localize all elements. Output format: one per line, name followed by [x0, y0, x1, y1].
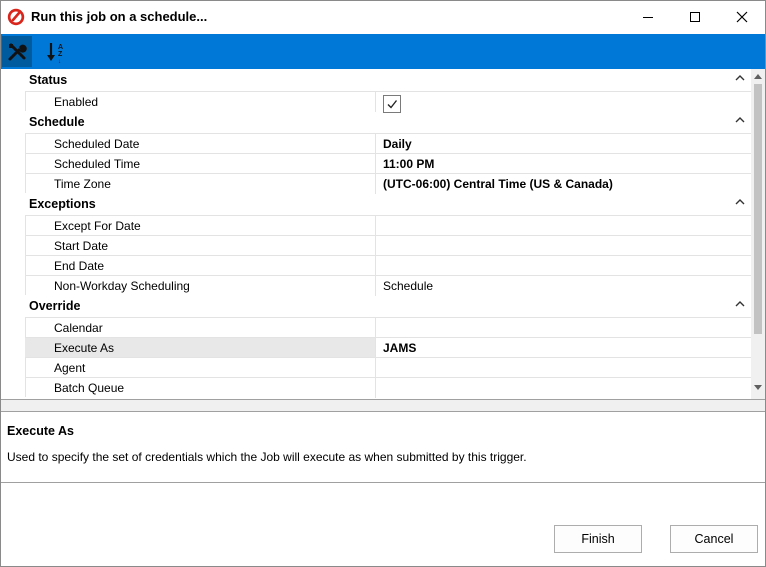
property-name: End Date: [54, 259, 105, 273]
alphabetical-sort-button[interactable]: A Z ↓: [41, 36, 71, 67]
collapse-chevron-icon[interactable]: [733, 113, 747, 127]
property-name: Scheduled Date: [54, 137, 140, 151]
property-value-text: Schedule: [383, 279, 434, 293]
vertical-scrollbar[interactable]: [751, 69, 765, 399]
row-gutter: [1, 91, 26, 111]
property-row-execute-as[interactable]: Execute As JAMS: [25, 337, 751, 358]
property-toolbar: A Z ↓: [1, 34, 765, 69]
collapse-chevron-icon[interactable]: [733, 297, 747, 311]
scroll-down-icon[interactable]: [754, 385, 762, 391]
property-name: Except For Date: [54, 219, 141, 233]
property-row-enabled[interactable]: Enabled: [25, 91, 751, 113]
maximize-icon: [690, 12, 700, 22]
property-name: Time Zone: [54, 177, 111, 191]
property-name: Non-Workday Scheduling: [54, 279, 190, 293]
property-value[interactable]: Schedule: [375, 276, 751, 296]
category-exceptions[interactable]: Exceptions: [1, 193, 751, 215]
row-gutter: [1, 133, 26, 193]
property-name: Agent: [54, 361, 86, 375]
property-name: Calendar: [54, 321, 103, 335]
dialog-window: Run this job on a schedule... A Z ↓ Stat…: [0, 0, 766, 567]
app-logo-icon: [7, 8, 25, 26]
property-value[interactable]: [375, 256, 751, 276]
divider: [1, 482, 765, 483]
property-value[interactable]: (UTC-06:00) Central Time (US & Canada): [375, 174, 751, 194]
property-value[interactable]: [375, 318, 751, 338]
property-value[interactable]: [375, 236, 751, 256]
property-value[interactable]: Daily: [375, 134, 751, 154]
collapse-chevron-icon[interactable]: [733, 71, 747, 85]
maximize-button[interactable]: [672, 1, 718, 33]
svg-text:A: A: [58, 44, 63, 51]
property-row-batch-queue[interactable]: Batch Queue: [25, 377, 751, 398]
categorized-view-button[interactable]: [2, 36, 32, 67]
property-value[interactable]: [375, 92, 751, 113]
property-row-end-date[interactable]: End Date: [25, 255, 751, 276]
title-bar: Run this job on a schedule...: [1, 1, 765, 34]
category-label: Override: [29, 299, 81, 313]
property-row-calendar[interactable]: Calendar: [25, 317, 751, 338]
property-name: Scheduled Time: [54, 157, 141, 171]
property-row-scheduled-date[interactable]: Scheduled Date Daily: [25, 133, 751, 154]
row-gutter: [1, 317, 26, 397]
property-row-agent[interactable]: Agent: [25, 357, 751, 378]
property-row-non-workday-scheduling[interactable]: Non-Workday Scheduling Schedule: [25, 275, 751, 296]
property-name: Start Date: [54, 239, 109, 253]
property-name: Enabled: [54, 95, 99, 109]
property-row-time-zone[interactable]: Time Zone (UTC-06:00) Central Time (US & …: [25, 173, 751, 194]
property-value-text: (UTC-06:00) Central Time (US & Canada): [383, 177, 613, 191]
window-title: Run this job on a schedule...: [31, 9, 208, 24]
collapse-chevron-icon[interactable]: [733, 195, 747, 209]
scroll-up-icon[interactable]: [754, 73, 762, 79]
close-icon: [736, 11, 748, 23]
property-value[interactable]: [375, 378, 751, 398]
splitter[interactable]: [1, 400, 765, 411]
property-value[interactable]: [375, 216, 751, 236]
category-label: Exceptions: [29, 197, 96, 211]
close-button[interactable]: [719, 1, 765, 33]
category-label: Schedule: [29, 115, 85, 129]
cancel-button[interactable]: Cancel: [670, 525, 758, 553]
property-row-scheduled-time[interactable]: Scheduled Time 11:00 PM: [25, 153, 751, 174]
svg-text:↓: ↓: [58, 59, 61, 64]
wrench-tools-icon: [8, 43, 27, 60]
property-name: Execute As: [54, 341, 115, 355]
property-value[interactable]: [375, 358, 751, 378]
category-label: Status: [29, 73, 68, 87]
scrollbar-thumb[interactable]: [754, 84, 762, 334]
category-status[interactable]: Status: [1, 69, 751, 91]
property-name: Batch Queue: [54, 381, 125, 395]
property-row-except-for-date[interactable]: Except For Date: [25, 215, 751, 236]
svg-text:Z: Z: [58, 51, 63, 58]
help-title: Execute As: [7, 424, 74, 438]
property-value-text: Daily: [383, 137, 412, 151]
category-schedule[interactable]: Schedule: [1, 111, 751, 133]
property-row-start-date[interactable]: Start Date: [25, 235, 751, 256]
sort-az-icon: A Z ↓: [47, 42, 63, 64]
property-grid[interactable]: Status Enabled Schedule Scheduled Date Daily…: [1, 69, 751, 399]
category-override[interactable]: Override: [1, 295, 751, 317]
checkmark-icon: [387, 100, 398, 109]
property-value-text: 11:00 PM: [383, 157, 435, 171]
property-value-text: JAMS: [383, 341, 417, 355]
row-gutter: [1, 215, 26, 295]
minimize-button[interactable]: [625, 1, 671, 33]
help-description: Used to specify the set of credentials w…: [7, 450, 527, 464]
minimize-icon: [643, 17, 653, 18]
property-value[interactable]: 11:00 PM: [375, 154, 751, 174]
property-value[interactable]: JAMS: [375, 338, 751, 358]
divider: [1, 411, 765, 412]
finish-button[interactable]: Finish: [554, 525, 642, 553]
